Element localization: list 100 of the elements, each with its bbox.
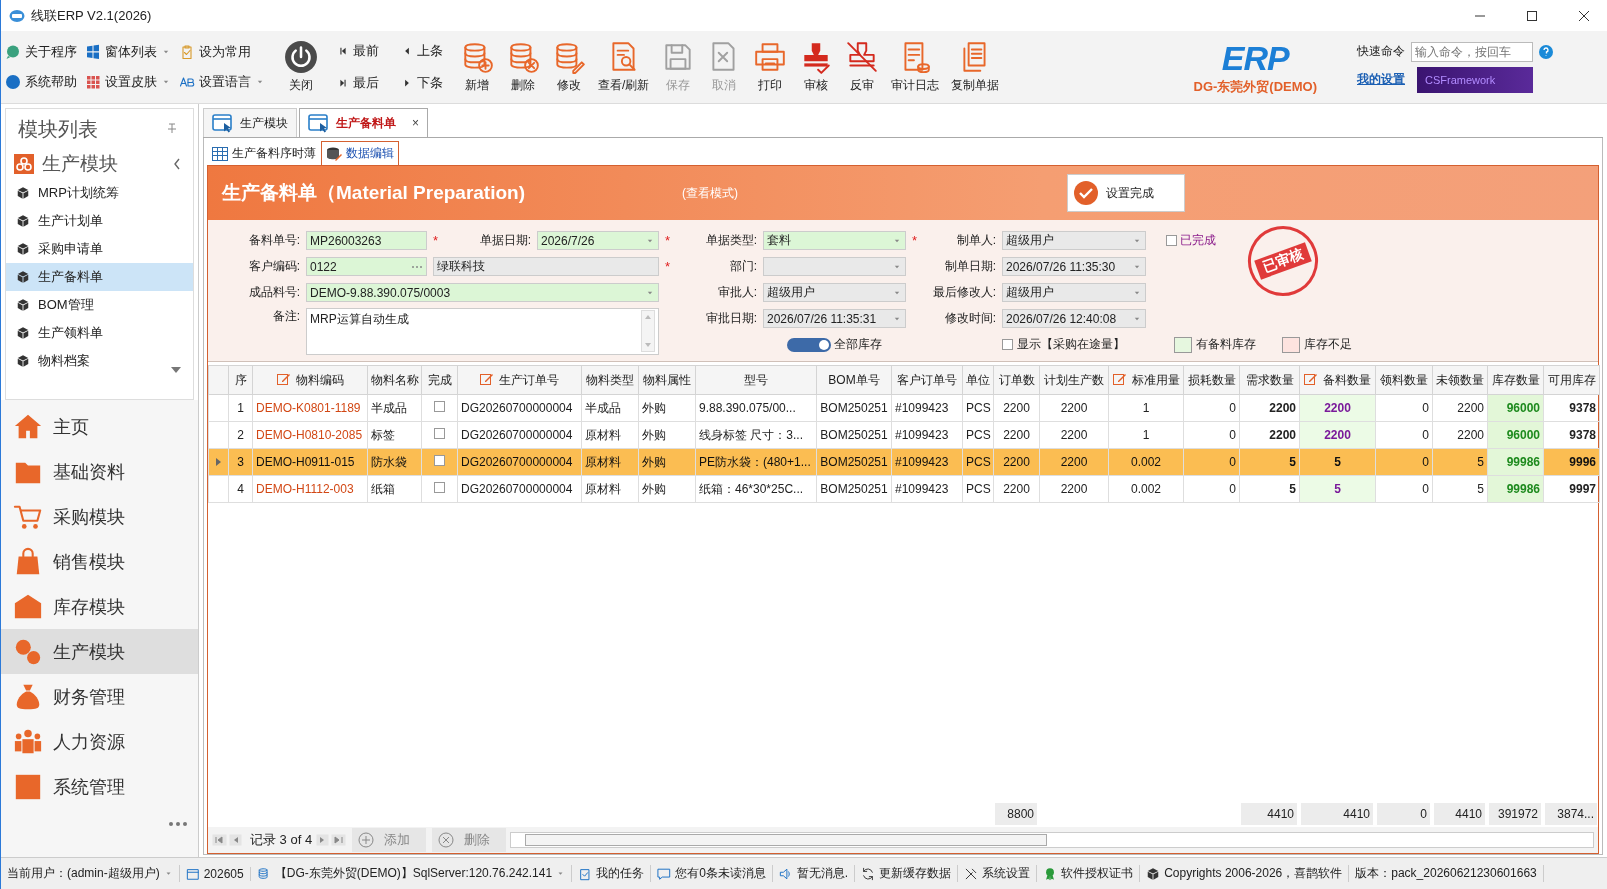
ellipsis-icon[interactable]: [411, 264, 423, 269]
record-nav-button[interactable]: 上条: [401, 42, 443, 60]
tab-close-button[interactable]: ×: [412, 116, 419, 130]
sidebar-item[interactable]: 物料档案: [6, 347, 193, 375]
document-tab[interactable]: 生产备料单 ×: [299, 108, 428, 137]
status-item[interactable]: Copyrights 2006-2026，喜鹊软件: [1140, 865, 1350, 882]
status-item[interactable]: 202605: [179, 866, 251, 881]
module-nav-item[interactable]: 库存模块: [1, 584, 198, 629]
toggle-switch[interactable]: [787, 337, 831, 352]
module-nav-item[interactable]: 主页: [1, 404, 198, 449]
column-header[interactable]: 物料名称: [367, 365, 422, 395]
more-icon[interactable]: [168, 821, 188, 827]
status-item[interactable]: 您有0条未读消息: [651, 865, 773, 882]
status-item[interactable]: 系统设置: [958, 865, 1038, 882]
column-header[interactable]: 完成: [421, 365, 458, 395]
column-header[interactable]: 单位: [962, 365, 994, 395]
column-header[interactable]: 损耗数量: [1183, 365, 1240, 395]
status-item[interactable]: 当前用户：(admin-超级用户): [1, 865, 180, 882]
set-complete-button[interactable]: 设置完成: [1067, 174, 1185, 212]
sidebar-item[interactable]: 采购申请单: [6, 235, 193, 263]
dropdown-field[interactable]: 2026/07/26 11:35:30: [1002, 257, 1146, 276]
checkbox[interactable]: [434, 455, 445, 466]
module-nav-item[interactable]: 财务管理: [1, 674, 198, 719]
toolbar-button[interactable]: 查看/刷新: [593, 40, 655, 94]
dropdown-field[interactable]: 2026/07/26 11:35:31: [763, 309, 906, 328]
text-field[interactable]: MP26003263: [306, 231, 427, 250]
column-header[interactable]: 物料编码: [252, 365, 368, 395]
close-form-button[interactable]: 关闭: [279, 40, 323, 94]
module-nav-item[interactable]: 采购模块: [1, 494, 198, 539]
ribbon-button[interactable]: 系统帮助: [5, 73, 77, 91]
toolbar-button[interactable]: 修改: [547, 40, 591, 94]
view-tab[interactable]: 生产备料序时薄: [207, 141, 321, 165]
dropdown-field[interactable]: 2026/07/26 12:40:08: [1002, 309, 1146, 328]
column-header[interactable]: 库存数量: [1487, 365, 1544, 395]
module-group-header[interactable]: 生产模块: [6, 149, 193, 179]
column-header[interactable]: 需求数量: [1239, 365, 1300, 395]
column-header[interactable]: 生产订单号: [457, 365, 582, 395]
column-header[interactable]: 订单数: [993, 365, 1040, 395]
dropdown-field[interactable]: 套料: [763, 231, 906, 250]
column-header[interactable]: BOM单号: [816, 365, 892, 395]
scroll-down-icon[interactable]: [171, 367, 181, 373]
sidebar-item[interactable]: 生产领料单: [6, 319, 193, 347]
my-settings-link[interactable]: 我的设置: [1357, 71, 1405, 88]
toolbar-button[interactable]: 审核: [794, 40, 839, 94]
record-nav-button[interactable]: 最前: [337, 42, 379, 60]
text-field[interactable]: 0122: [306, 257, 427, 276]
toolbar-button[interactable]: 审计日志: [886, 40, 945, 94]
status-item[interactable]: 我的任务: [572, 865, 652, 882]
module-nav-item[interactable]: 销售模块: [1, 539, 198, 584]
record-nav-next-last-icon[interactable]: [316, 834, 347, 846]
checkbox[interactable]: [434, 401, 445, 412]
column-header[interactable]: 物料属性: [638, 365, 696, 395]
dropdown-field[interactable]: 超级用户: [1002, 283, 1146, 302]
sidebar-item[interactable]: MRP计划统筹: [6, 179, 193, 207]
column-header[interactable]: 型号: [695, 365, 817, 395]
column-header[interactable]: 可用库存: [1543, 365, 1600, 395]
ribbon-button[interactable]: 设置语言: [179, 73, 265, 91]
status-item[interactable]: 版本：pack_20260621230601663: [1349, 865, 1544, 882]
column-header[interactable]: 未领数量: [1432, 365, 1488, 395]
ribbon-button[interactable]: 关于程序: [5, 43, 77, 61]
banner[interactable]: CSFramework: [1417, 66, 1533, 93]
pin-icon[interactable]: [167, 123, 177, 135]
command-field[interactable]: 输入命令，按回车: [1411, 41, 1533, 62]
dropdown-field[interactable]: 2026/7/26: [537, 231, 659, 250]
checkbox[interactable]: [1002, 339, 1013, 350]
module-nav-item[interactable]: 系统管理: [1, 764, 198, 809]
column-header[interactable]: 物料类型: [581, 365, 639, 395]
text-field[interactable]: 绿联科技: [433, 257, 659, 276]
memo-field[interactable]: MRP运算自动生成: [306, 308, 659, 355]
scrollbar[interactable]: [641, 310, 655, 352]
column-header[interactable]: 序: [228, 365, 253, 395]
module-nav-item[interactable]: 生产模块: [1, 629, 198, 674]
view-tab[interactable]: 数据编辑: [321, 141, 399, 165]
column-header[interactable]: 计划生产数: [1039, 365, 1109, 395]
checkbox[interactable]: [434, 428, 445, 439]
record-nav-button[interactable]: 最后: [337, 74, 379, 92]
module-nav-item[interactable]: 人力资源: [1, 719, 198, 764]
status-item[interactable]: 软件授权证书: [1037, 865, 1141, 882]
column-header[interactable]: 客户订单号: [891, 365, 963, 395]
status-item[interactable]: 更新缓存数据: [855, 865, 959, 882]
ribbon-button[interactable]: 设为常用: [179, 43, 265, 61]
horizontal-scrollbar[interactable]: [510, 832, 1594, 848]
column-header[interactable]: 备料数量: [1299, 365, 1376, 395]
column-header[interactable]: 领料数量: [1375, 365, 1433, 395]
status-item[interactable]: 【DG-东莞外贸(DEMO)】SqlServer:120.76.242.141: [250, 865, 573, 882]
status-item[interactable]: 暂无消息.: [772, 865, 856, 882]
document-tab[interactable]: 生产模块: [203, 108, 297, 137]
toolbar-button[interactable]: 新增: [455, 40, 499, 94]
checkbox[interactable]: [1166, 235, 1177, 246]
checkbox[interactable]: [434, 482, 445, 493]
dropdown-field[interactable]: 超级用户: [1002, 231, 1146, 250]
ribbon-button[interactable]: 设置皮肤: [85, 73, 171, 91]
column-header[interactable]: 标准用量: [1108, 365, 1184, 395]
module-nav-item[interactable]: 基础资料: [1, 449, 198, 494]
sidebar-item[interactable]: 生产备料单: [6, 263, 193, 291]
toolbar-button[interactable]: 打印: [748, 40, 793, 94]
toolbar-button[interactable]: 反审: [840, 40, 885, 94]
toolbar-button[interactable]: 复制单据: [946, 40, 1005, 94]
record-nav-button[interactable]: 下条: [401, 74, 443, 92]
dropdown-field[interactable]: [763, 257, 906, 276]
